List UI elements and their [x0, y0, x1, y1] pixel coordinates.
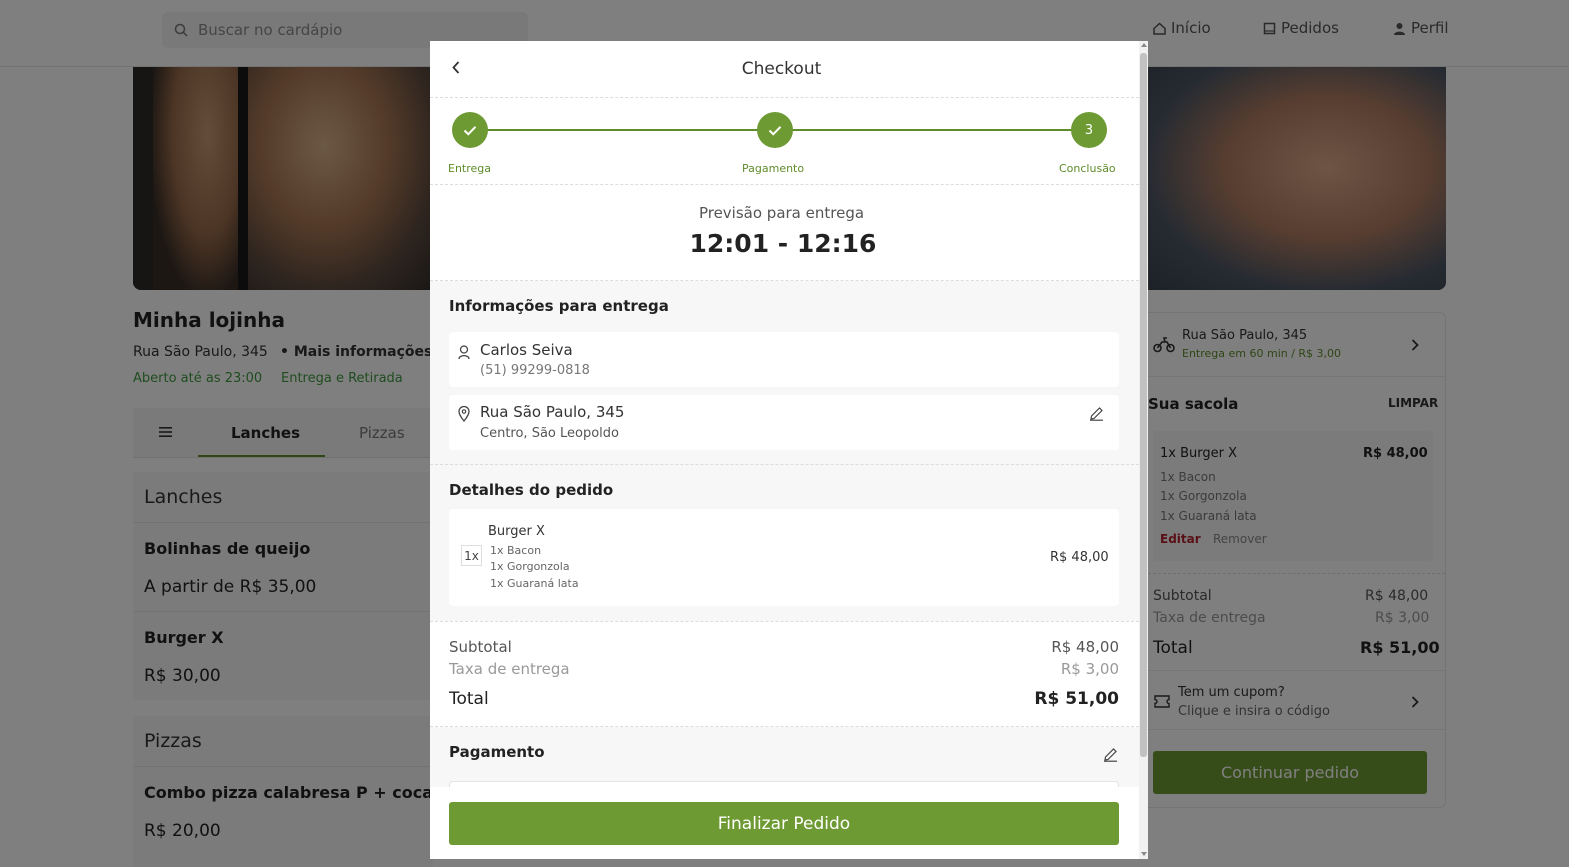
step-label: Pagamento	[742, 162, 805, 175]
step-connector	[775, 129, 1089, 131]
forecast-label: Previsão para entrega	[698, 204, 865, 222]
fee-value: R$ 3,00	[1060, 660, 1119, 678]
delivery-info-section: Informações para entrega Carlos Seiva (5…	[430, 281, 1139, 465]
step-current-circle: 3	[1071, 112, 1107, 148]
scroll-up-arrow-icon[interactable]	[1141, 43, 1147, 47]
user-icon	[458, 345, 470, 360]
order-item-extra: 1x Bacon	[490, 544, 542, 557]
check-icon	[768, 125, 782, 136]
scroll-thumb[interactable]	[1140, 53, 1147, 757]
step-label: Conclusão	[1059, 162, 1116, 175]
section-title: Pagamento	[449, 743, 545, 761]
edit-pencil-icon[interactable]	[1103, 747, 1118, 762]
total-value: R$ 51,00	[1034, 689, 1119, 709]
modal-footer: Finalizar Pedido	[430, 787, 1139, 859]
checkout-modal: Checkout 3 Entrega Pagamento Conclusão P…	[430, 41, 1148, 859]
step-number: 3	[1084, 122, 1094, 138]
location-pin-icon	[458, 406, 470, 422]
section-title: Detalhes do pedido	[449, 481, 614, 499]
customer-card: Carlos Seiva (51) 99299-0818	[449, 332, 1119, 387]
order-item-name: Burger X	[488, 524, 545, 539]
subtotal-value: R$ 48,00	[1051, 638, 1119, 656]
order-item-extra: 1x Guaraná lata	[490, 577, 579, 590]
check-icon	[463, 125, 477, 136]
scrollbar[interactable]	[1139, 41, 1148, 859]
customer-phone: (51) 99299-0818	[480, 363, 590, 378]
modal-header: Checkout	[430, 41, 1139, 98]
total-row: Total R$ 51,00	[449, 689, 1119, 709]
step-done-circle	[757, 112, 793, 148]
order-details-section: Detalhes do pedido 1x Burger X 1x Bacon …	[430, 465, 1139, 621]
address-card: Rua São Paulo, 345 Centro, São Leopoldo	[449, 395, 1119, 450]
order-totals: Subtotal R$ 48,00 Taxa de entrega R$ 3,0…	[430, 621, 1139, 727]
address-line1: Rua São Paulo, 345	[480, 403, 625, 421]
fee-row: Taxa de entrega R$ 3,00	[449, 660, 1119, 678]
step-label: Entrega	[448, 162, 492, 175]
edit-pencil-icon[interactable]	[1089, 406, 1104, 421]
scroll-down-arrow-icon[interactable]	[1141, 852, 1147, 856]
section-title: Informações para entrega	[449, 297, 669, 315]
customer-name: Carlos Seiva	[480, 341, 573, 359]
step-done-circle	[452, 112, 488, 148]
forecast-time: 12:01 - 12:16	[689, 229, 877, 258]
address-line2: Centro, São Leopoldo	[480, 426, 619, 441]
subtotal-row: Subtotal R$ 48,00	[449, 638, 1119, 656]
order-item-price: R$ 48,00	[1050, 550, 1109, 565]
fee-label: Taxa de entrega	[449, 660, 570, 678]
checkout-stepper: 3 Entrega Pagamento Conclusão	[430, 98, 1139, 185]
order-item-extra: 1x Gorgonzola	[490, 560, 570, 573]
finish-order-button[interactable]: Finalizar Pedido	[449, 802, 1119, 845]
step-connector	[470, 129, 776, 131]
delivery-forecast: Previsão para entrega 12:01 - 12:16	[430, 185, 1139, 281]
order-item-qty: 1x	[461, 545, 482, 566]
modal-title: Checkout	[741, 59, 822, 79]
subtotal-label: Subtotal	[449, 638, 512, 656]
total-label: Total	[449, 689, 489, 709]
order-item-card: 1x Burger X 1x Bacon 1x Gorgonzola 1x Gu…	[449, 509, 1119, 606]
